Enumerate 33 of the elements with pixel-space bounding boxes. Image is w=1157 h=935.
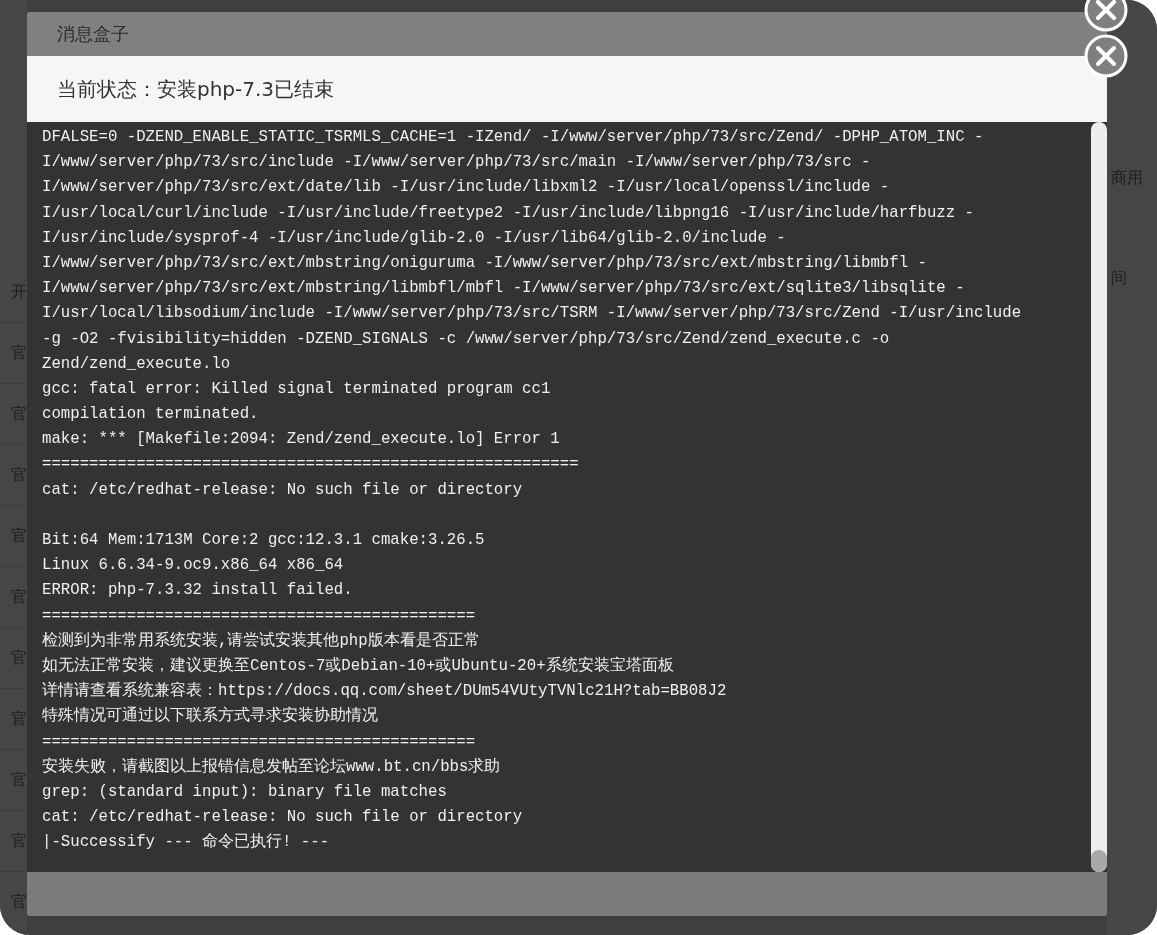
close-icon[interactable] <box>1084 0 1128 32</box>
log-line: gcc: fatal error: Killed signal terminated program cc1 <box>42 378 552 400</box>
log-line: ERROR: php-7.3.32 install failed. <box>42 580 354 602</box>
scrollbar[interactable] <box>1091 122 1107 872</box>
log-line: I/usr/include/sysprof-4 -I/usr/include/glib-2.0 -I/usr/lib64/glib-2.0/include - <box>42 227 787 249</box>
log-line: compilation terminated. <box>42 404 260 426</box>
log-line: ============================================== <box>42 605 477 627</box>
status-text: 当前状态：安装php-7.3已结束 <box>57 75 335 103</box>
log-line: I/usr/local/curl/include -I/usr/include/freetype2 -I/usr/include/libpng16 -I/usr/include/harfbuzz - <box>42 202 975 224</box>
dialog-title: 消息盒子 <box>57 22 129 46</box>
log-line: I/www/server/php/73/src/ext/mbstring/libmbfl/mbfl -I/www/server/php/73/src/ext/sqlite3/libsqlite - <box>42 278 966 300</box>
log-line: Zend/zend_execute.lo <box>42 353 232 375</box>
log-line: ============================================== <box>42 731 477 753</box>
log-line: 安装失败，请截图以上报错信息发帖至论坛www.bt.cn/bbs求助 <box>42 756 502 778</box>
log-line: 如无法正常安装，建议更换至Centos-7或Debian-10+或Ubuntu-20+系统安装宝塔面板 <box>42 655 675 677</box>
log-line: 特殊情况可通过以下联系方式寻求安装协助情况 <box>42 705 379 728</box>
log-line: I/www/server/php/73/src/ext/mbstring/oniguruma -I/www/server/php/73/src/ext/mbstring/libmbfl - <box>42 252 928 274</box>
close-icon[interactable] <box>1084 34 1128 78</box>
log-line: I/usr/local/libsodium/include -I/www/server/php/73/src/TSRM -I/www/server/php/73/src/Zend -I/usr/include <box>42 303 1023 325</box>
log-line: ========================================================= <box>42 454 580 476</box>
log-line: Bit:64 Mem:1713M Core:2 gcc:12.3.1 cmake:3.26.5 <box>42 530 486 551</box>
log-line: |-Successify --- 命令已执行! --- <box>42 832 331 854</box>
log-line: 详情请查看系统兼容表：https://docs.qq.com/sheet/DUm54VUtyTVNlc21H?tab=BB08J2 <box>42 680 728 703</box>
log-line: make: *** [Makefile:2094: Zend/zend_execute.lo] Error 1 <box>42 429 561 451</box>
log-line: -g -O2 -fvisibility=hidden -DZEND_SIGNALS -c /www/server/php/73/src/Zend/zend_execute.c -o <box>42 328 891 350</box>
log-line: cat: /etc/redhat-release: No such file or directory <box>42 479 524 501</box>
log-line: I/www/server/php/73/src/ext/date/lib -I/usr/include/libxml2 -I/usr/local/openssl/include - <box>42 177 891 199</box>
log-line: grep: (standard input): binary file matches <box>42 781 448 803</box>
log-line: I/www/server/php/73/src/include -I/www/server/php/73/src/main -I/www/server/php/73/src - <box>42 152 872 174</box>
log-line: cat: /etc/redhat-release: No such file or directory <box>42 807 524 829</box>
log-line: Linux 6.6.34-9.oc9.x86_64 x86_64 <box>42 555 345 577</box>
log-line: DFALSE=0 -DZEND_ENABLE_STATIC_TSRMLS_CACHE=1 -IZend/ -I/www/server/php/73/src/Zend/ -DPHP_ATOM_INC - <box>42 127 985 148</box>
log-line: 检测到为非常用系统安装,请尝试安装其他php版本看是否正常 <box>42 630 481 652</box>
